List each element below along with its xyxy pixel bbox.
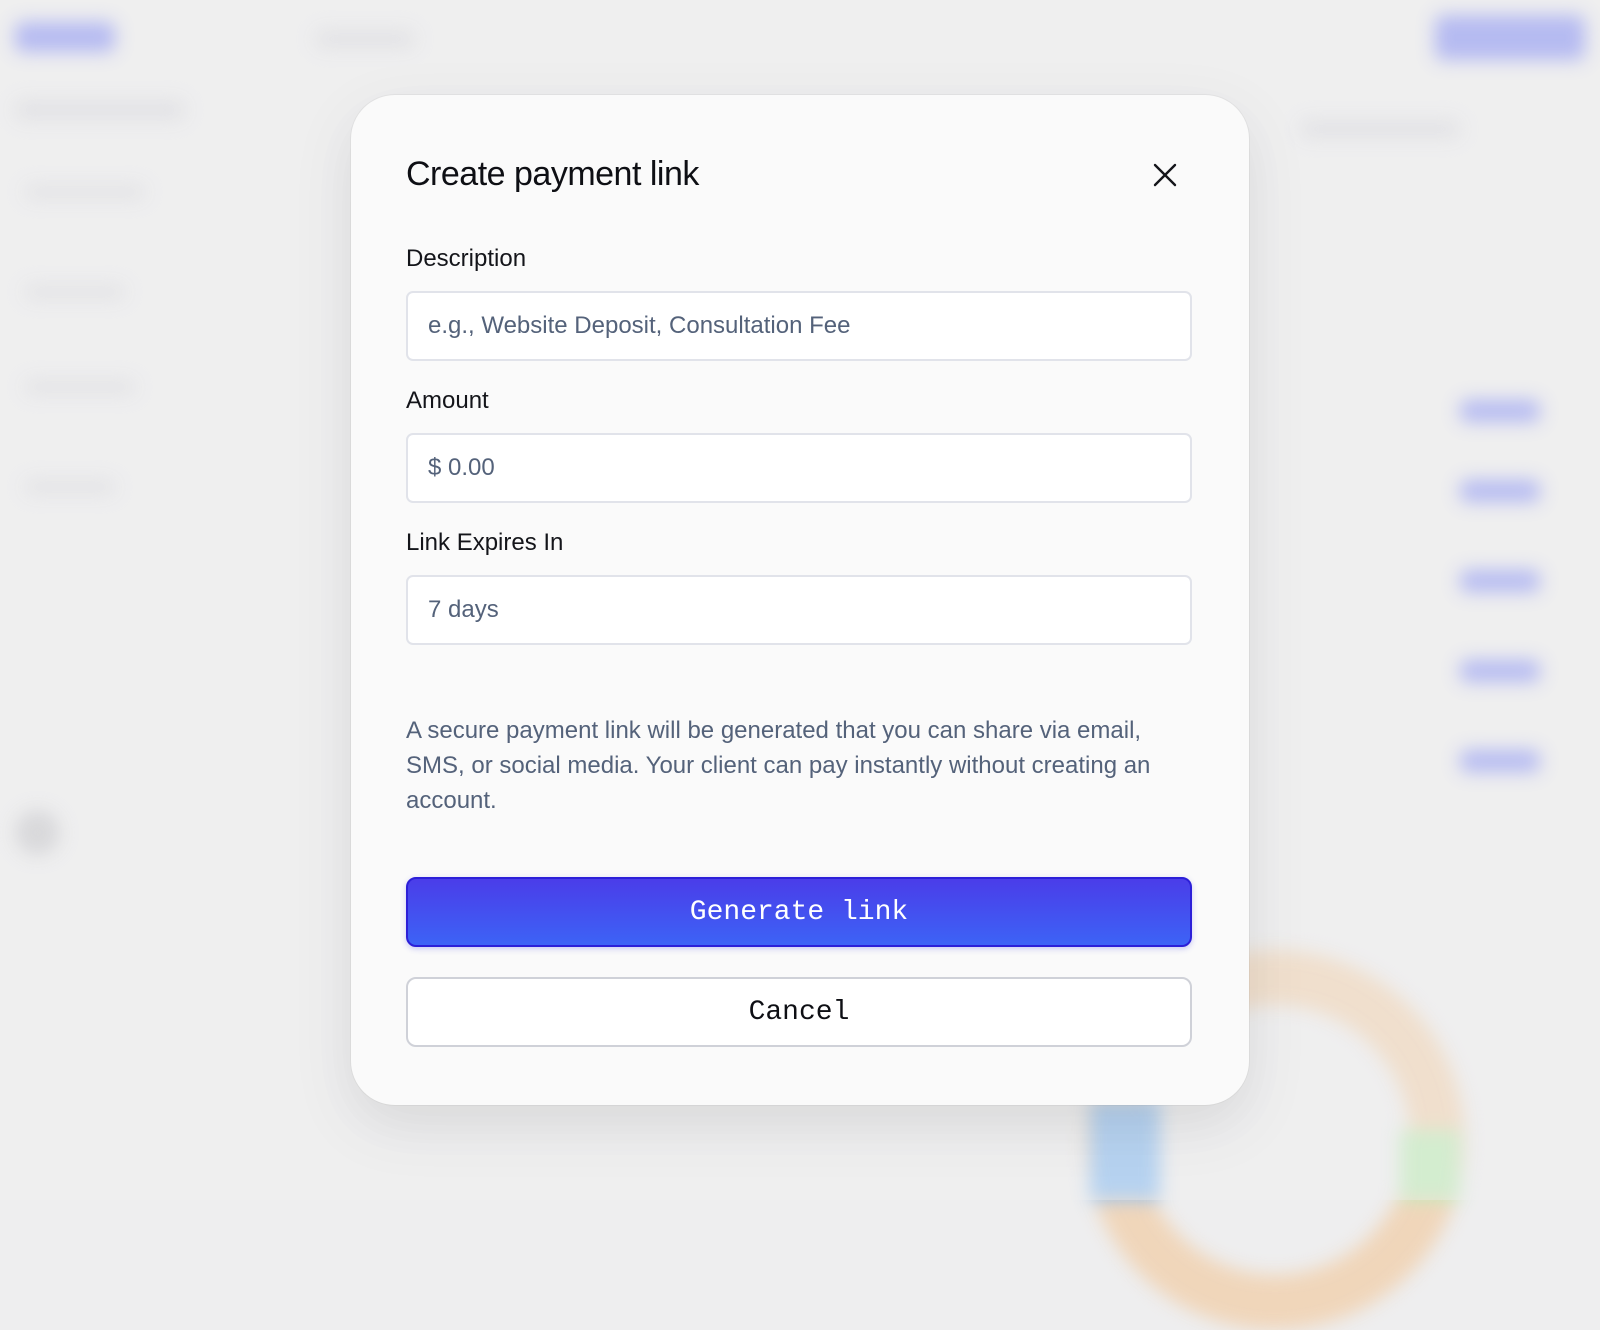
description-label: Description — [406, 245, 527, 272]
expires-label: Link Expires In — [406, 529, 564, 556]
expires-input[interactable] — [406, 575, 1192, 645]
description-input[interactable] — [406, 291, 1192, 361]
close-button[interactable] — [1151, 161, 1179, 189]
close-icon — [1153, 163, 1177, 187]
dialog-title: Create payment link — [406, 155, 699, 193]
create-payment-link-dialog: Create payment link Description Amount L… — [351, 95, 1249, 1105]
generate-link-button[interactable]: Generate link — [406, 877, 1192, 947]
cancel-button[interactable]: Cancel — [406, 977, 1192, 1047]
amount-label: Amount — [406, 387, 489, 414]
amount-input[interactable] — [406, 433, 1192, 503]
info-note: A secure payment link will be generated … — [406, 717, 1151, 814]
